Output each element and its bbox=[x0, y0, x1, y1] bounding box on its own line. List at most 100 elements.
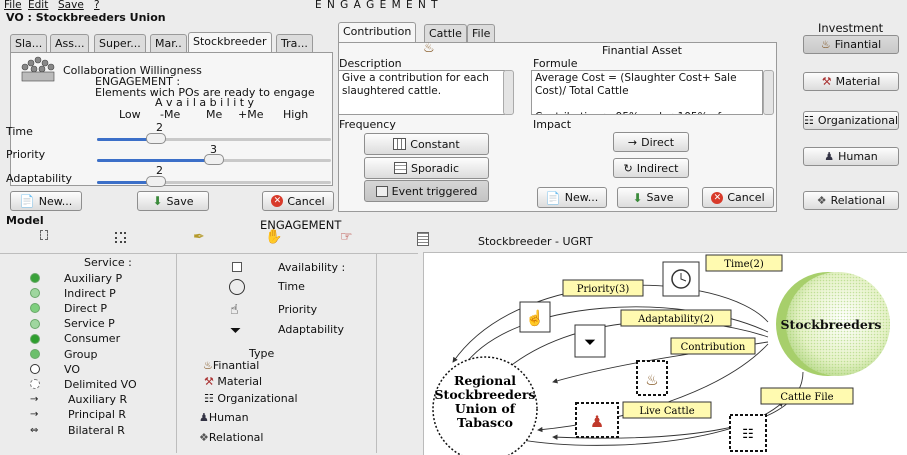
investment-organizational-button[interactable]: ☷ Organizational bbox=[803, 111, 899, 130]
constant-button[interactable]: Constant bbox=[364, 133, 489, 155]
menu-save[interactable]: Save bbox=[58, 0, 84, 11]
tab-mar[interactable]: Mar.. bbox=[150, 34, 187, 52]
relation-arrow-icon: ⇔ bbox=[30, 424, 39, 436]
indirect-arrow-icon: ↻ bbox=[623, 161, 633, 175]
person-icon: ♟ bbox=[199, 411, 209, 424]
org-chart-icon: ☷ bbox=[804, 114, 814, 127]
funnel-icon: ⏷ bbox=[230, 323, 242, 339]
node-type-icon bbox=[30, 333, 40, 344]
scale-low: Low bbox=[119, 108, 141, 121]
menu-help[interactable]: ? bbox=[94, 0, 100, 11]
investment-human-button[interactable]: ♟ Human bbox=[803, 147, 899, 166]
time-slider[interactable] bbox=[97, 133, 331, 144]
tab-stockbreeder[interactable]: Stockbreeder bbox=[188, 32, 272, 52]
indirect-button[interactable]: ↻ Indirect bbox=[613, 158, 689, 178]
adaptability-legend: Adaptability bbox=[278, 323, 345, 336]
model-legend-label: Service P bbox=[64, 317, 115, 331]
investment-material-button[interactable]: ⚒ Material bbox=[803, 72, 899, 91]
model-legend-item: Indirect P bbox=[30, 285, 116, 301]
priority-label: Priority bbox=[6, 148, 46, 161]
formule-textarea[interactable]: Average Cost = (Slaughter Cost+ Sale Cos… bbox=[531, 70, 763, 115]
model-legend-label: Group bbox=[64, 347, 98, 361]
description-scrollbar[interactable] bbox=[503, 70, 514, 115]
relation-arrow-icon: → bbox=[30, 409, 39, 421]
type-human-legend: ♟Human bbox=[199, 411, 249, 424]
hand-tool-icon[interactable]: ✋ bbox=[265, 229, 282, 245]
legend-vsep-1 bbox=[176, 253, 177, 453]
menu-edit[interactable]: Edit bbox=[28, 0, 48, 11]
node-type-icon bbox=[30, 364, 40, 375]
model-legend-label: Indirect P bbox=[64, 286, 116, 300]
vo-title: VO : Stockbreeders Union bbox=[6, 11, 166, 24]
cattle-file-callout-text: Cattle File bbox=[780, 392, 833, 403]
model-legend-list: Auxiliary P Indirect P Direct P Service P Co… bbox=[30, 270, 170, 450]
scale-high: High bbox=[283, 108, 309, 121]
time-legend: Time bbox=[278, 280, 305, 293]
scale-minus-me: -Me bbox=[160, 108, 181, 121]
arrow-right-icon: → bbox=[627, 135, 638, 149]
model-legend-label: Auxiliary P bbox=[64, 271, 123, 285]
material-icon: ⚒ bbox=[204, 375, 214, 388]
live-cattle-callout-text: Live Cattle bbox=[639, 406, 694, 417]
tab-contribution[interactable]: Contribution bbox=[338, 22, 417, 42]
node-type-icon bbox=[30, 288, 40, 299]
clock-icon bbox=[229, 279, 245, 295]
model-legend-item: → Auxiliary R bbox=[30, 392, 127, 408]
zoom-tool-icon[interactable] bbox=[417, 232, 429, 246]
left-tabbar: Sla... Ass... Super... Mar.. Stockbreede… bbox=[10, 32, 330, 52]
sporadic-button[interactable]: Sporadic bbox=[364, 157, 489, 179]
mid-cancel-button[interactable]: ✕ Cancel bbox=[702, 187, 774, 208]
description-textarea[interactable]: Give a contribution for each slaughtered… bbox=[338, 70, 505, 115]
menu-file[interactable]: File bbox=[4, 0, 22, 11]
node-type-icon bbox=[30, 303, 40, 314]
cancel-icon: ✕ bbox=[711, 191, 724, 204]
investment-relational-button[interactable]: ❖ Relational bbox=[803, 191, 899, 210]
left-cancel-button[interactable]: ✕ Cancel bbox=[262, 191, 334, 211]
priority-hand-icon: ☝ bbox=[230, 302, 239, 318]
time-callout-text: Time(2) bbox=[724, 259, 764, 270]
left-save-button[interactable]: ⬇ Save bbox=[137, 191, 209, 211]
model-legend-label: Bilateral R bbox=[68, 423, 125, 437]
tab-sla[interactable]: Sla... bbox=[10, 34, 48, 52]
investment-financial-button[interactable]: ♨ Finantial bbox=[803, 35, 899, 54]
model-legend-label: Principal R bbox=[68, 408, 127, 422]
group-people-icon bbox=[21, 56, 55, 82]
mid-save-button[interactable]: ⬇ Save bbox=[617, 187, 689, 208]
node-type-icon bbox=[30, 273, 40, 283]
org-chart-icon: ☷ bbox=[742, 427, 754, 442]
left-new-button[interactable]: 📄 New... bbox=[10, 191, 82, 211]
cancel-icon: ✕ bbox=[271, 195, 284, 207]
diagram-title: Stockbreeder - UGRT bbox=[478, 235, 593, 248]
app-title: E N G A G E M E N T bbox=[315, 0, 439, 11]
type-financial-legend: ♨Finantial bbox=[203, 359, 260, 372]
brush-tool-icon[interactable]: ✒ bbox=[193, 229, 205, 245]
model-legend-item: Group bbox=[30, 346, 98, 362]
direct-button[interactable]: → Direct bbox=[613, 132, 689, 152]
tab-tra[interactable]: Tra... bbox=[276, 34, 313, 52]
handshake-icon: ❖ bbox=[199, 431, 209, 444]
mid-new-button[interactable]: 📄 New... bbox=[537, 187, 607, 208]
legend-vsep-2 bbox=[376, 253, 377, 453]
save-icon: ⬇ bbox=[152, 194, 163, 208]
tab-cattle[interactable]: Cattle bbox=[424, 24, 467, 42]
tab-ass[interactable]: Ass... bbox=[50, 34, 90, 52]
formule-scrollbar[interactable] bbox=[763, 70, 774, 115]
select-tool-icon[interactable] bbox=[40, 230, 48, 240]
priority-legend: Priority bbox=[278, 303, 318, 316]
hand-drop-tool-icon[interactable]: ☞ bbox=[340, 229, 353, 245]
event-triggered-button[interactable]: Event triggered bbox=[364, 180, 489, 202]
tab-super[interactable]: Super... bbox=[94, 34, 146, 52]
priority-hand-icon: ☝ bbox=[526, 308, 545, 327]
calendar-icon bbox=[393, 162, 407, 174]
priority-slider[interactable] bbox=[97, 154, 331, 165]
adaptability-slider[interactable] bbox=[97, 176, 331, 187]
regional-line-3: Union of bbox=[455, 401, 517, 416]
stockbreeders-text: Stockbreeders bbox=[781, 317, 882, 332]
person-icon: ♟ bbox=[824, 150, 835, 163]
model-title: Model bbox=[6, 214, 44, 227]
adaptability-label: Adaptability bbox=[6, 172, 73, 185]
delimit-tool-icon[interactable] bbox=[115, 232, 126, 243]
relation-arrow-icon: → bbox=[30, 394, 39, 406]
tab-file[interactable]: File bbox=[467, 24, 496, 42]
money-bag-icon: ♨ bbox=[203, 359, 213, 372]
